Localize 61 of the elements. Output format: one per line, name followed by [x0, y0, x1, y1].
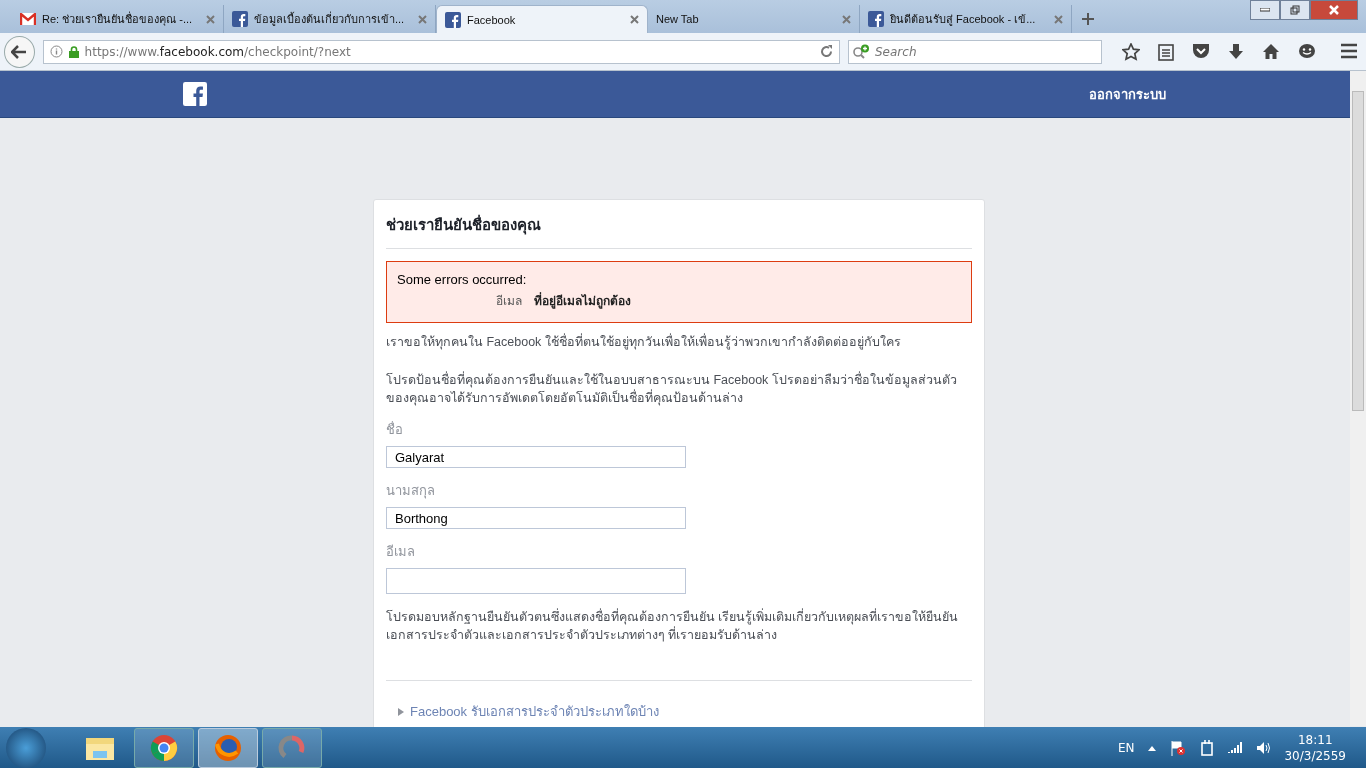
minimize-icon: [1260, 8, 1270, 12]
input-field[interactable]: Galyarat: [386, 446, 686, 468]
info-paragraph: โปรดป้อนชื่อที่คุณต้องการยืนยันและใช้ในอบบสาธารณะบน Facebook โปรดอย่าลืมว่าชื่อในข้อมูลส่วนตัวของคุณอาจได้รับการอัพเดตโดยอัตโนมัติเป็นชื่อที่คุณป้อนด้านล่าง: [386, 371, 958, 407]
info-paragraph: เราขอให้ทุกคนใน Facebook ใช้ชื่อที่ตนใช้อยู่ทุกวันเพื่อให้เพื่อนรู้ว่าพวกเขากำลังติดต่ออยู่กับใคร: [386, 333, 902, 351]
triangle-icon: [398, 707, 404, 716]
clock-time[interactable]: 18:11: [1284, 732, 1346, 748]
field-label: อีเมล: [386, 543, 416, 561]
field-label: ชื่อ: [386, 420, 404, 439]
browser-icon: [150, 734, 178, 762]
scrollbar[interactable]: [1350, 71, 1366, 726]
close-icon[interactable]: [630, 15, 639, 24]
power-plug-icon[interactable]: [1200, 740, 1215, 756]
back-button[interactable]: [4, 35, 35, 68]
menu-icon[interactable]: [1340, 42, 1358, 59]
close-icon: [1329, 5, 1339, 15]
start-button[interactable]: [6, 728, 46, 768]
taskbar-app[interactable]: [134, 728, 194, 768]
error-message: ที่อยู่อีเมลไม่ถูกต้อง: [534, 291, 631, 310]
field-label: นามสกุล: [386, 482, 436, 501]
restore-icon: [1290, 5, 1300, 15]
plus-icon[interactable]: [1082, 13, 1094, 25]
language-indicator[interactable]: EN: [1117, 741, 1135, 755]
speaker-icon[interactable]: [1256, 741, 1271, 755]
close-icon[interactable]: [418, 14, 427, 24]
card-title: ช่วยเรายืนยันชื่อของคุณ: [386, 200, 972, 249]
clock-date[interactable]: 30/3/2559: [1284, 748, 1346, 764]
info-paragraph: โปรดมอบหลักฐานยืนยันตัวตนซึ่งแสดงชื่อที่คุณต้องการยืนยัน เรียนรู้เพิ่มเติมเกี่ยวกับเหตุผลที่เราขอให้ยืนยันเอกสารประจำตัวและเอกสารประจำตัวประเภทต่างๆ ที่เรายอมรับด้านล่าง: [386, 608, 960, 644]
home-icon[interactable]: [1262, 42, 1280, 60]
input-field[interactable]: Borthong: [386, 507, 686, 529]
pocket-icon[interactable]: [1192, 42, 1210, 59]
list-icon[interactable]: [1158, 42, 1174, 61]
logout-link[interactable]: ออกจากระบบ: [1089, 83, 1166, 105]
facebook-icon: [868, 11, 884, 27]
address-bar[interactable]: https://www.facebook.com/checkpoint/?next: [42, 39, 840, 64]
facebook-logo-icon[interactable]: [183, 82, 207, 106]
mail-icon: [20, 13, 36, 25]
folder-icon: [85, 735, 115, 761]
download-icon[interactable]: [1228, 42, 1244, 61]
search-field[interactable]: Search: [848, 39, 1102, 64]
star-icon[interactable]: [1122, 42, 1140, 61]
minimize-button[interactable]: [1250, 0, 1280, 20]
caret-icon[interactable]: [1148, 745, 1157, 751]
smiley-icon[interactable]: [1298, 42, 1316, 60]
restore-button[interactable]: [1280, 0, 1310, 20]
facebook-icon: [232, 11, 248, 27]
flag-icon[interactable]: [1170, 740, 1187, 756]
close-icon[interactable]: [842, 14, 851, 24]
lock-icon[interactable]: [68, 45, 79, 58]
close-icon[interactable]: [206, 14, 215, 24]
signal-icon[interactable]: [1228, 742, 1243, 754]
error-heading: Some errors occurred:: [397, 272, 528, 287]
facebook-icon: [445, 11, 461, 28]
input-field[interactable]: [386, 568, 686, 594]
reload-icon[interactable]: [820, 45, 833, 58]
back-arrow-icon: [11, 44, 28, 59]
browser-icon: [214, 734, 242, 762]
close-icon[interactable]: [1054, 14, 1063, 24]
browser-tab[interactable]: Facebook: [436, 5, 648, 33]
taskbar-app[interactable]: [198, 728, 258, 768]
close-button[interactable]: [1310, 0, 1358, 20]
error-field: อีเมล: [496, 291, 522, 310]
